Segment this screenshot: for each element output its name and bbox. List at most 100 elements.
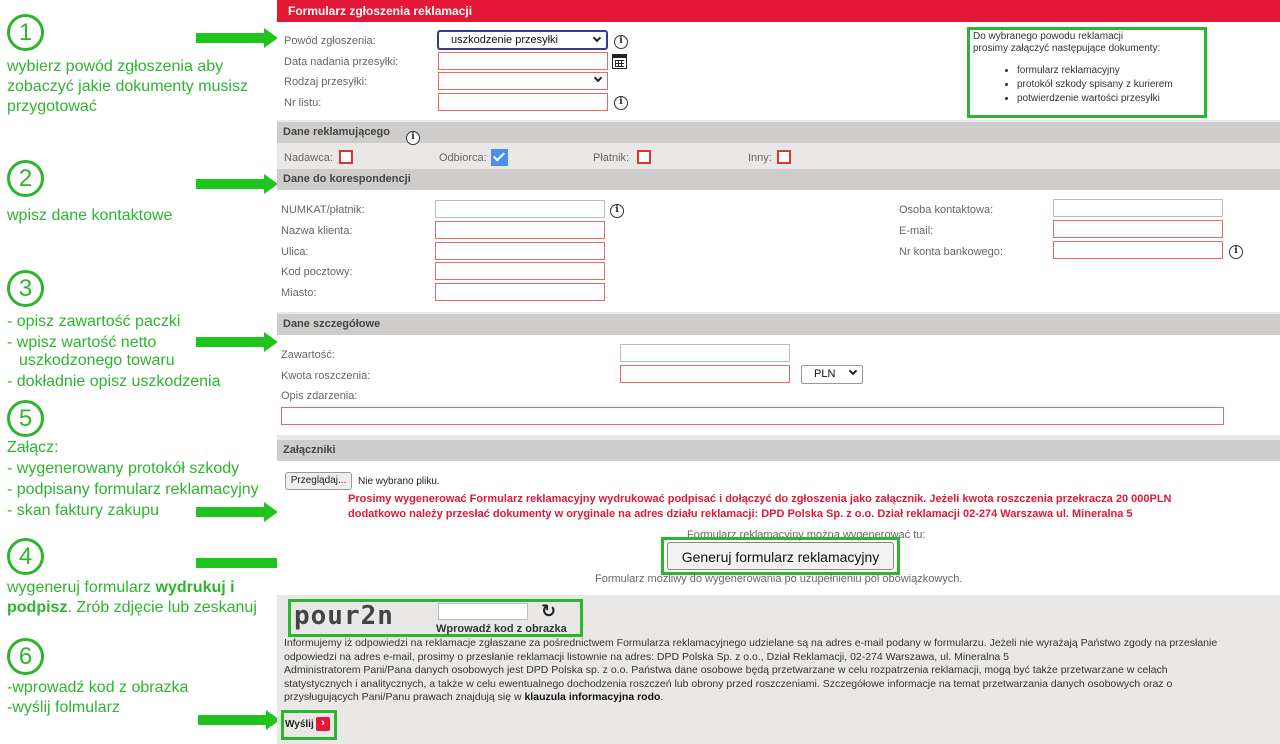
number-label: Nr listu: (284, 97, 322, 109)
arrow-step-1 (196, 28, 278, 48)
send-arrow-icon[interactable]: › (316, 717, 330, 731)
browse-button[interactable]: Przeglądaj... (285, 472, 352, 490)
captcha-prompt: Wprowadź kod z obrazka (436, 623, 567, 635)
no-file-text: Nie wybrano pliku. (358, 476, 440, 487)
arrow-step-5 (196, 502, 278, 522)
step-3-line-3: uszkodzonego towaru (19, 352, 175, 369)
street-label: Ulica: (281, 246, 309, 258)
currency-select[interactable]: PLN (801, 365, 863, 384)
numkat-input[interactable] (435, 200, 605, 218)
attachments-heading: Załączniki (277, 440, 1280, 461)
step-1-text: wybierz powód zgłoszenia aby zobaczyć ja… (7, 58, 248, 115)
email-input[interactable] (1053, 220, 1223, 238)
number-input[interactable] (438, 93, 608, 111)
step-5-line-2: - wygenerowany protokół szkody (7, 460, 240, 477)
document-item: protokół szkody spisany z kurierem (1017, 79, 1203, 91)
step-3-number: 3 (7, 270, 44, 307)
send-button[interactable]: Wyślij (285, 718, 314, 732)
step-6-line-2: -wyślij folmularz (7, 699, 120, 716)
option-other-checkbox[interactable] (777, 150, 791, 164)
step-4-text: wygeneruj formularz wydrukuj i podpisz. … (7, 579, 257, 616)
documents-intro-2: prosimy załączyć następujące dokumenty: (973, 43, 1161, 54)
description-input[interactable] (281, 407, 1224, 425)
step-5-line-3: - podpisany formularz reklamacyjny (7, 481, 259, 498)
number-info-icon[interactable]: i (614, 96, 628, 110)
account-input[interactable] (1053, 241, 1223, 259)
contact-input[interactable] (1053, 199, 1223, 217)
option-other-label: Inny: (748, 152, 772, 164)
document-item: potwierdzenie wartości przesyłki (1017, 93, 1203, 105)
numkat-label: NUMKAT/płatnik: (281, 204, 365, 216)
document-item: formularz reklamacyjny (1017, 65, 1203, 77)
footer-line-5: przysługujących Pani/Panu prawach znajdu… (284, 691, 664, 703)
footer-line-3: Administratorem Pani/Pana danych osobowy… (284, 664, 1168, 676)
city-input[interactable] (435, 283, 605, 301)
currency-value: PLN (814, 368, 836, 380)
account-info-icon[interactable]: i (1229, 245, 1243, 259)
step-5-line-1: Załącz: (7, 439, 59, 456)
footer-text: Informujemy iż odpowiedzi na reklamacje … (284, 637, 1280, 705)
type-select[interactable] (438, 72, 608, 90)
amount-input[interactable] (620, 365, 790, 383)
postcode-input[interactable] (435, 262, 605, 280)
details-heading: Dane szczegółowe (277, 314, 1280, 335)
option-sender-checkbox[interactable] (339, 150, 353, 164)
step-6-line-1: -wprowadź kod z obrazka (7, 679, 189, 696)
reason-select[interactable]: uszkodzenie przesyłki (437, 30, 608, 50)
numkat-info-icon[interactable]: i (610, 204, 624, 218)
step-3-line-2: - wpisz wartość netto (7, 334, 157, 351)
contact-label: Osoba kontaktowa: (899, 204, 994, 216)
date-input[interactable] (438, 52, 608, 70)
step-3-line-1: - opisz zawartość paczki (7, 313, 181, 330)
chevron-down-icon (848, 366, 858, 376)
client-input[interactable] (435, 221, 605, 239)
attachments-note-1: Prosimy wygenerować Formularz reklamacyj… (348, 493, 1172, 505)
street-input[interactable] (435, 242, 605, 260)
documents-intro-1: Do wybranego powodu reklamacji (973, 31, 1124, 42)
step-3-line-4: - dokładnie opisz uszkodzenia (7, 373, 221, 390)
captcha-input[interactable] (438, 603, 528, 620)
option-recipient-checkbox[interactable] (491, 149, 508, 166)
option-payer-checkbox[interactable] (637, 150, 651, 164)
arrow-step-6 (198, 710, 280, 730)
type-label: Rodzaj przesyłki: (284, 76, 368, 88)
chevron-down-icon (592, 33, 602, 43)
reason-value: uszkodzenie przesyłki (451, 34, 558, 46)
rodo-clause-link[interactable]: klauzula informacyjna rodo (524, 691, 660, 703)
complaint-form: Formularz zgłoszenia reklamacji Powód zg… (277, 0, 1280, 744)
step-2-number: 2 (7, 160, 44, 197)
step-5-line-4: - skan faktury zakupu (7, 502, 160, 519)
attachments-note-2: dodatkowo należy przesłać dokumenty w or… (348, 508, 1133, 520)
form-title: Formularz zgłoszenia reklamacji (277, 0, 1280, 22)
option-payer-label: Płatnik: (593, 152, 630, 164)
footer-line-4: statystycznych i analitycznych, a także … (284, 677, 1173, 690)
documents-info: Do wybranego powodu reklamacji prosimy z… (973, 31, 1203, 107)
footer-line-2: odpowiedzi na adres e-mail, prosimy o pr… (284, 650, 1010, 663)
calendar-icon[interactable] (612, 54, 627, 69)
option-sender-label: Nadawca: (284, 152, 333, 164)
claimant-info-icon[interactable]: i (406, 131, 420, 145)
date-label: Data nadania przesyłki: (284, 56, 399, 68)
footer-line-1: Informujemy iż odpowiedzi na reklamacje … (284, 637, 1218, 649)
city-label: Miasto: (281, 287, 317, 299)
captcha-image: pour2n (294, 601, 394, 631)
client-label: Nazwa klienta: (281, 225, 353, 237)
arrow-step-3 (196, 332, 278, 352)
amount-label: Kwota roszczenia: (281, 370, 371, 382)
step-1-number: 1 (7, 14, 44, 51)
description-label: Opis zdarzenia: (281, 390, 358, 402)
reason-info-icon[interactable]: i (614, 35, 628, 49)
content-input[interactable] (620, 344, 790, 362)
option-recipient-label: Odbiorca: (439, 152, 487, 164)
refresh-icon[interactable]: ↻ (541, 601, 556, 622)
reason-label: Powód zgłoszenia: (284, 35, 376, 47)
generate-after: Formularz możliwy do wygenerowania po uz… (595, 573, 963, 585)
postcode-label: Kod pocztowy: (281, 266, 353, 278)
step-2-text: wpisz dane kontaktowe (7, 207, 173, 224)
content-label: Zawartość: (281, 349, 335, 361)
email-label: E-mail: (899, 225, 934, 237)
chevron-down-icon (593, 73, 603, 83)
step-4-number: 4 (7, 538, 44, 575)
generate-form-button[interactable]: Generuj formularz reklamacyjny (667, 542, 894, 570)
correspondence-heading: Dane do korespondencji (277, 169, 1280, 190)
